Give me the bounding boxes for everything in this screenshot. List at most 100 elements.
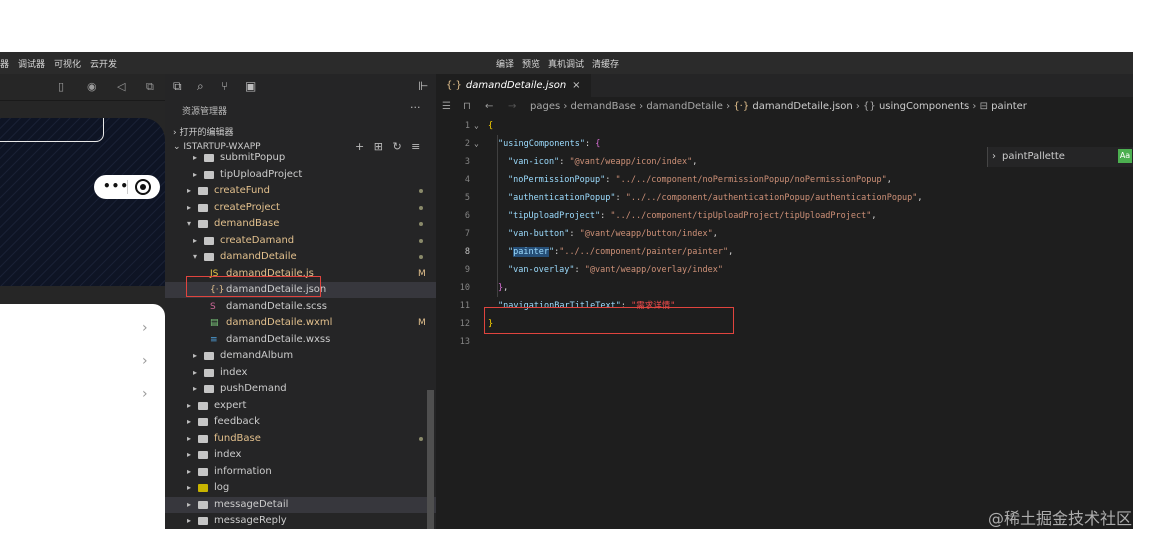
tree-item[interactable]: ▸ pushDemand bbox=[165, 381, 436, 397]
tree-item[interactable]: ▤ damandDetaile.wxml M bbox=[165, 315, 436, 331]
tree-item[interactable]: ▸ tipUploadProject bbox=[165, 167, 436, 183]
record-icon[interactable]: ◉ bbox=[87, 80, 97, 93]
code-token: { bbox=[595, 139, 601, 149]
fold-icon[interactable]: ⌄ bbox=[474, 117, 479, 135]
tab-damandDetaile-json[interactable]: {·} damandDetaile.json × bbox=[436, 74, 591, 97]
tree-item[interactable]: SdamandDetaile.scss bbox=[165, 299, 436, 315]
explorer-title: 资源管理器 bbox=[182, 107, 228, 117]
chevron-right-icon[interactable]: ▸ bbox=[187, 513, 191, 529]
chevron-right-icon[interactable]: › bbox=[142, 320, 148, 336]
toolbar-action[interactable]: 预览 bbox=[522, 60, 540, 70]
chevron-right-icon[interactable]: › bbox=[142, 353, 148, 369]
chevron-right-icon[interactable]: ▸ bbox=[187, 414, 191, 430]
chevron-right-icon[interactable]: ▸ bbox=[193, 365, 197, 381]
tree-item[interactable]: ▸ information bbox=[165, 464, 436, 480]
status-dot bbox=[419, 255, 423, 259]
find-toggle-icon[interactable]: › bbox=[992, 147, 996, 167]
bookmark-icon[interactable]: ⊓ bbox=[463, 97, 471, 117]
forward-arrow-icon[interactable]: → bbox=[508, 97, 516, 117]
chevron-right-icon[interactable]: ▸ bbox=[193, 150, 197, 166]
code-token: , bbox=[917, 193, 923, 203]
menu-item[interactable]: 调试器 bbox=[18, 60, 45, 70]
find-widget[interactable]: › paintPallette Aa bbox=[987, 147, 1133, 167]
breadcrumb-item[interactable]: damandDetaile bbox=[646, 101, 723, 112]
mini-program-capsule[interactable]: ••• bbox=[94, 175, 160, 199]
debug-icon[interactable]: ▣ bbox=[245, 79, 256, 93]
tree-item[interactable]: ▸ index bbox=[165, 447, 436, 463]
tree-item[interactable]: ▸ log bbox=[165, 480, 436, 496]
menu-item[interactable]: 器 bbox=[0, 60, 9, 70]
tree-item[interactable]: ▾ damandDetaile bbox=[165, 249, 436, 265]
chevron-right-icon[interactable]: ▸ bbox=[187, 480, 191, 496]
code-area[interactable]: 1 ⌄{2 ⌄ "usingComponents": {3 "van-icon": "@… bbox=[436, 117, 1133, 529]
explorer-scrollbar[interactable] bbox=[427, 390, 434, 529]
code-token: "van-icon" bbox=[508, 157, 560, 167]
files-icon[interactable]: ⧉ bbox=[173, 79, 182, 94]
chevron-right-icon[interactable]: ▸ bbox=[193, 233, 197, 249]
menu-item[interactable]: 云开发 bbox=[90, 60, 117, 70]
breadcrumb-item[interactable]: demandBase bbox=[571, 101, 636, 112]
breadcrumb-item[interactable]: pages bbox=[530, 101, 560, 112]
open-editors-section[interactable]: › 打开的编辑器 bbox=[173, 125, 233, 138]
tree-item[interactable]: ▾ demandBase bbox=[165, 216, 436, 232]
breadcrumb-item[interactable]: usingComponents bbox=[879, 101, 969, 112]
breadcrumb-path: pages › demandBase › damandDetaile › {·}… bbox=[530, 97, 1027, 117]
open-editors-label: 打开的编辑器 bbox=[179, 128, 234, 138]
breadcrumb-item[interactable]: damandDetaile.json bbox=[752, 101, 852, 112]
chevron-right-icon[interactable]: ▸ bbox=[187, 183, 191, 199]
devtools-window: 器调试器 可视化 云开发 编译 预览 真机调试 清缓存 ▯ ◉ ◁ ⧉ ••• › › ›… bbox=[0, 52, 1133, 529]
phone-list: › › › bbox=[0, 304, 165, 529]
code-token: "authenticationPopup" bbox=[508, 193, 616, 203]
chevron-down-icon[interactable]: ▾ bbox=[187, 216, 191, 232]
folder-icon bbox=[204, 170, 214, 179]
chevron-right-icon[interactable]: ▸ bbox=[193, 348, 197, 364]
phone-icon[interactable]: ▯ bbox=[58, 80, 64, 93]
close-tab-icon[interactable]: × bbox=[572, 80, 580, 91]
tree-item[interactable]: ▸ demandAlbum bbox=[165, 348, 436, 364]
tree-item[interactable]: ≡ damandDetaile.wxss bbox=[165, 332, 436, 348]
source-control-icon[interactable]: ⑂ bbox=[221, 79, 228, 93]
match-case-toggle[interactable]: Aa bbox=[1118, 149, 1132, 163]
more-icon[interactable]: ••• bbox=[103, 179, 129, 193]
toolbar-action[interactable]: 清缓存 bbox=[592, 60, 619, 70]
chevron-right-icon[interactable]: ▸ bbox=[187, 431, 191, 447]
tree-item[interactable]: ▸ createProject bbox=[165, 200, 436, 216]
chevron-right-icon[interactable]: ▸ bbox=[187, 447, 191, 463]
tree-item[interactable]: ▸ feedback bbox=[165, 414, 436, 430]
tree-item[interactable]: ▸ messageReply bbox=[165, 513, 436, 529]
menu-item[interactable]: 可视化 bbox=[54, 60, 81, 70]
chevron-right-icon[interactable]: › bbox=[142, 386, 148, 402]
tree-item[interactable]: ▸ index bbox=[165, 365, 436, 381]
split-icon[interactable]: ⊩ bbox=[418, 79, 428, 93]
tree-item[interactable]: ▸ messageDetail bbox=[165, 496, 436, 513]
window-icon[interactable]: ⧉ bbox=[146, 80, 154, 94]
chevron-right-icon[interactable]: ▸ bbox=[193, 381, 197, 397]
chevron-right-icon[interactable]: ▸ bbox=[187, 464, 191, 480]
chevron-down-icon[interactable]: ▾ bbox=[193, 249, 197, 265]
line-number: 4 bbox=[464, 175, 470, 185]
tree-item[interactable]: ▸ createDamand bbox=[165, 233, 436, 249]
back-arrow-icon[interactable]: ← bbox=[485, 97, 493, 117]
close-target-icon[interactable] bbox=[135, 179, 151, 195]
fold-icon[interactable]: ⌄ bbox=[474, 135, 479, 153]
search-icon[interactable]: ⌕ bbox=[197, 79, 204, 94]
toolbar-action[interactable]: 真机调试 bbox=[548, 60, 584, 70]
list-icon[interactable]: ☰ bbox=[442, 97, 451, 117]
speaker-icon[interactable]: ◁ bbox=[117, 80, 125, 93]
more-actions-icon[interactable]: ··· bbox=[410, 101, 421, 114]
tree-item-label: demandAlbum bbox=[220, 350, 294, 361]
chevron-right-icon[interactable]: ▸ bbox=[187, 200, 191, 216]
tree-item-label: damandDetaile.wxml bbox=[226, 317, 333, 328]
tree-item[interactable]: ▸ createFund bbox=[165, 183, 436, 199]
tree-item[interactable]: ▸ submitPopup bbox=[165, 150, 436, 166]
toolbar-action[interactable]: 编译 bbox=[496, 60, 514, 70]
tree-item[interactable]: ▸ fundBase bbox=[165, 431, 436, 447]
tree-item[interactable]: ▸ expert bbox=[165, 398, 436, 414]
line-number: 6 bbox=[464, 211, 470, 221]
chevron-right-icon[interactable]: ▸ bbox=[193, 167, 197, 183]
chevron-right-icon[interactable]: ▸ bbox=[187, 398, 191, 414]
find-input[interactable]: paintPallette bbox=[1002, 147, 1065, 167]
chevron-right-icon[interactable]: ▸ bbox=[187, 497, 191, 513]
tree-item-label: index bbox=[220, 366, 248, 378]
breadcrumb-item[interactable]: painter bbox=[991, 101, 1027, 112]
